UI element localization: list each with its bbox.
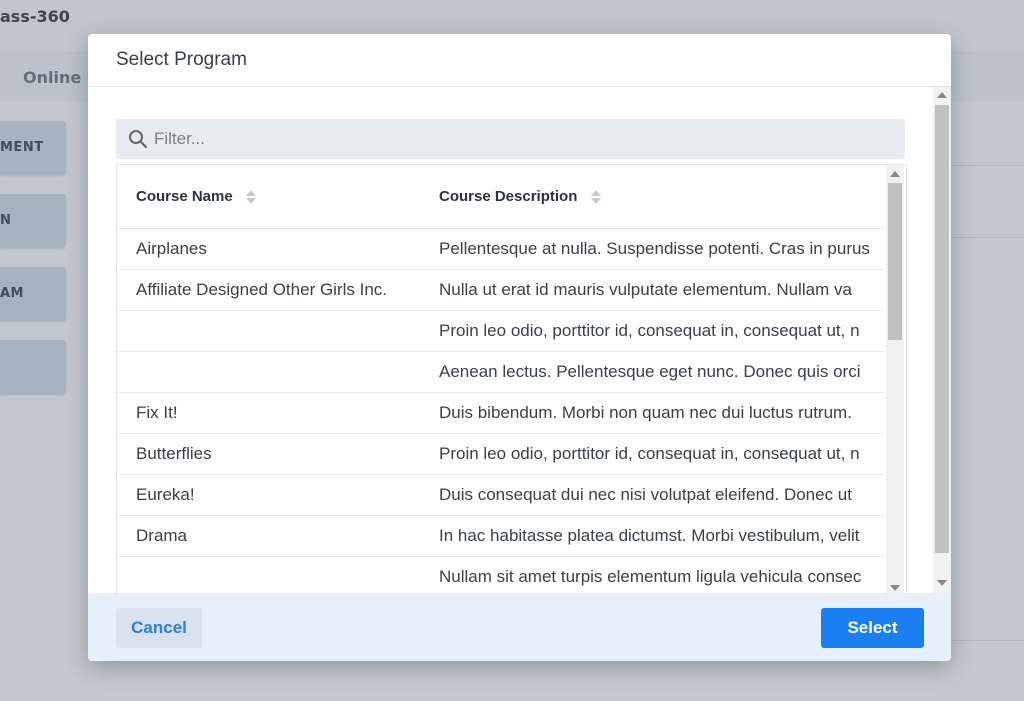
table-row[interactable]: Drama In hac habitasse platea dictumst. M…: [117, 515, 885, 557]
table-scrollbar-thumb[interactable]: [888, 183, 902, 340]
dialog-body: Course Name Course Description Airplanes…: [88, 87, 951, 593]
filter-box: [116, 119, 905, 159]
course-description-cell: Proin leo odio, porttitor id, consequat …: [420, 310, 885, 352]
sort-icon[interactable]: [245, 189, 256, 205]
course-name-cell: Airplanes: [117, 228, 420, 270]
course-name-cell: Butterflies: [117, 433, 420, 475]
dialog-footer: Cancel Select: [88, 593, 951, 661]
course-description-cell: Proin leo odio, porttitor id, consequat …: [420, 433, 885, 475]
dialog-scrollbar-thumb[interactable]: [935, 105, 949, 553]
course-name-cell: Eureka!: [117, 474, 420, 516]
column-header-label: Course Description: [439, 187, 578, 205]
scroll-up-icon[interactable]: [937, 92, 947, 98]
dialog-scrollbar[interactable]: [933, 87, 951, 593]
course-description-cell: Duis bibendum. Morbi non quam nec dui lu…: [420, 392, 885, 434]
table-header-row: Course Name Course Description: [117, 165, 885, 229]
table-row[interactable]: Fix It! Duis bibendum. Morbi non quam nec…: [117, 392, 885, 434]
table-scrollbar[interactable]: [886, 165, 904, 593]
program-table: Course Name Course Description Airplanes…: [116, 164, 907, 593]
table-row[interactable]: Affiliate Designed Other Girls Inc. Nulla…: [117, 269, 885, 311]
table-row[interactable]: Proin leo odio, porttitor id, consequat …: [117, 310, 885, 352]
scroll-down-icon[interactable]: [890, 585, 900, 591]
select-program-dialog: Select Program Course Name Co: [88, 34, 951, 661]
column-header-label: Course Name: [136, 187, 233, 205]
table-row[interactable]: Aenean lectus. Pellentesque eget nunc. D…: [117, 351, 885, 393]
course-description-cell: Nulla ut erat id mauris vulputate elemen…: [420, 269, 885, 311]
column-header-course-name[interactable]: Course Name: [117, 165, 420, 229]
scroll-down-icon[interactable]: [937, 580, 947, 586]
course-description-cell: Aenean lectus. Pellentesque eget nunc. D…: [420, 351, 885, 393]
course-name-cell: Fix It!: [117, 392, 420, 434]
course-description-cell: Nullam sit amet turpis elementum ligula …: [420, 556, 885, 593]
table-row[interactable]: Nullam sit amet turpis elementum ligula …: [117, 556, 885, 593]
course-name-cell: Affiliate Designed Other Girls Inc.: [117, 269, 420, 311]
dialog-header: Select Program: [88, 34, 951, 87]
search-icon: [129, 130, 148, 149]
scroll-up-icon[interactable]: [890, 171, 900, 177]
cancel-button[interactable]: Cancel: [116, 608, 202, 648]
column-header-course-description[interactable]: Course Description: [420, 165, 885, 229]
course-description-cell: Pellentesque at nulla. Suspendisse poten…: [420, 228, 885, 270]
table-row[interactable]: Airplanes Pellentesque at nulla. Suspendi…: [117, 228, 885, 270]
course-description-cell: Duis consequat dui nec nisi volutpat ele…: [420, 474, 885, 516]
table-row[interactable]: Butterflies Proin leo odio, porttitor id,…: [117, 433, 885, 475]
sort-icon[interactable]: [590, 189, 601, 205]
filter-input[interactable]: [154, 119, 894, 159]
course-name-cell: Drama: [117, 515, 420, 557]
course-name-cell: [117, 351, 420, 393]
table-row[interactable]: Eureka! Duis consequat dui nec nisi volut…: [117, 474, 885, 516]
course-name-cell: [117, 556, 420, 593]
select-button[interactable]: Select: [821, 608, 924, 648]
course-name-cell: [117, 310, 420, 352]
dialog-title: Select Program: [116, 49, 247, 70]
course-description-cell: In hac habitasse platea dictumst. Morbi …: [420, 515, 885, 557]
